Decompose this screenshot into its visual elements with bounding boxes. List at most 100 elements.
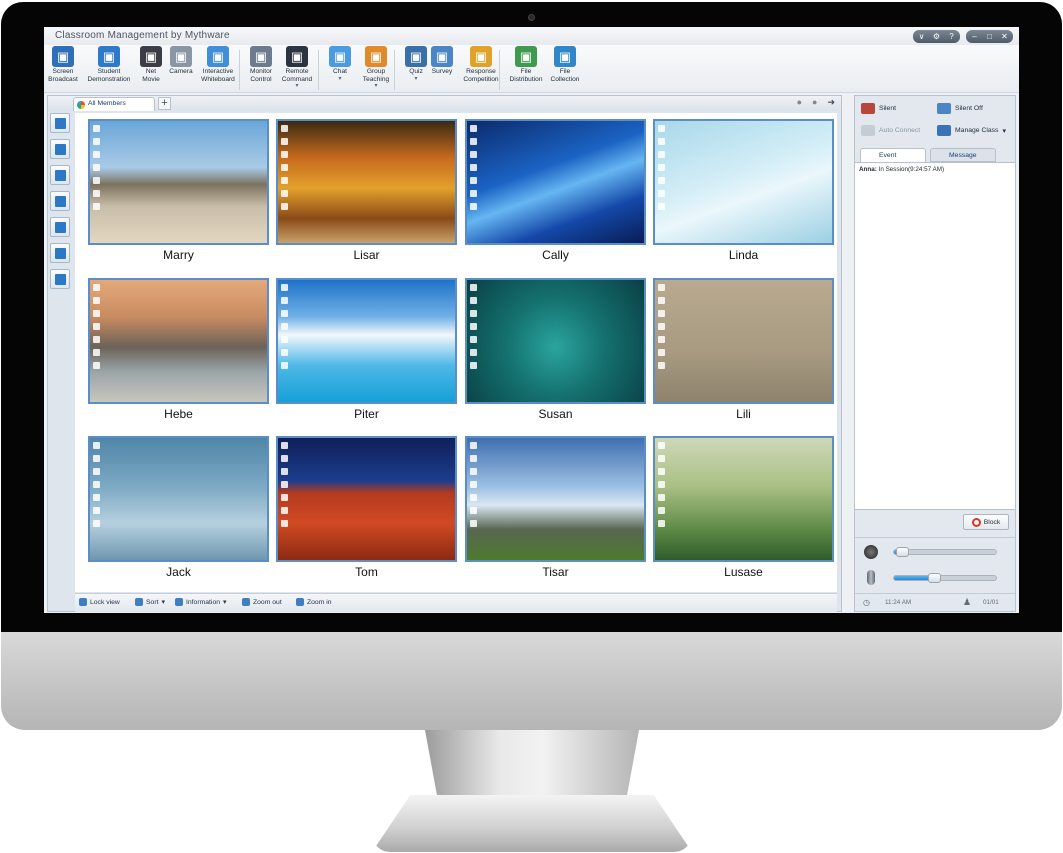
dropdown-arrow-icon: ▾ xyxy=(414,75,418,82)
student-name[interactable]: Lisar xyxy=(276,248,457,262)
student-name[interactable]: Cally xyxy=(465,248,646,262)
thumbnail-view-button[interactable] xyxy=(50,113,70,133)
zoom-out-button[interactable]: Zoom out xyxy=(242,598,282,606)
toolbar-button-remote-command[interactable]: ▣ Remote Command ▾ xyxy=(282,46,312,89)
lock-view-button[interactable]: Lock view xyxy=(79,598,120,606)
student-name[interactable]: Tom xyxy=(276,565,457,579)
toolbar-button-survey-bars[interactable]: ▣ Survey xyxy=(427,46,457,76)
microphone-volume-knob[interactable] xyxy=(927,573,941,583)
desktop-shortcut-icon xyxy=(470,442,477,449)
desktop-shortcut-icon xyxy=(93,507,100,514)
toolbar-separator xyxy=(239,50,240,90)
desktop-shortcut-icon xyxy=(281,468,288,475)
right-status-bar: ◷ 11:24 AM ♟ 01/01 xyxy=(855,593,1015,612)
student-thumbnail[interactable] xyxy=(653,119,834,245)
desktop-shortcut-icon xyxy=(658,151,665,158)
document-icon xyxy=(54,195,66,207)
toolbar-button-chat-bubble[interactable]: ▣ Chat ▾ xyxy=(325,46,355,82)
student-thumbnail[interactable] xyxy=(653,278,834,404)
toolbar-button-label: Monitor Control xyxy=(250,68,272,83)
speaker-volume-knob[interactable] xyxy=(896,547,910,557)
toolbar-separator xyxy=(499,50,500,90)
toolbar-button-monitor-control[interactable]: ▣ Monitor Control xyxy=(246,46,276,83)
student-thumbnail[interactable] xyxy=(88,278,269,404)
manage-class-button[interactable]: Manage Class ▾ xyxy=(937,125,1006,136)
imac-monitor: Classroom Management by Mythware ∨ ⚙ ? –… xyxy=(0,0,1063,853)
toolbar-button-film-reel[interactable]: ▣ Net Movie xyxy=(136,46,166,83)
zoom-in-button[interactable]: Zoom in xyxy=(296,598,332,606)
group-view-button[interactable] xyxy=(50,243,70,263)
silent-button[interactable]: Silent xyxy=(861,103,896,114)
desktop-shortcut-icon xyxy=(470,125,477,132)
microphone-volume-slider[interactable] xyxy=(893,573,997,583)
student-name[interactable]: Hebe xyxy=(88,407,269,421)
next-arrow-icon[interactable]: ➜ xyxy=(827,97,835,108)
student-thumbnail[interactable] xyxy=(88,436,269,562)
student-thumbnail[interactable] xyxy=(88,119,269,245)
desktop-shortcut-icon xyxy=(658,164,665,171)
toolbar-button-webcam[interactable]: ▣ Camera xyxy=(166,46,196,76)
tab-message[interactable]: Message xyxy=(930,148,996,162)
whiteboard-icon: ▣ xyxy=(207,46,229,67)
report-view-button[interactable] xyxy=(50,139,70,159)
student-name[interactable]: Marry xyxy=(88,248,269,262)
student-thumbnail-grid: Marry Lisar Cally Linda Hebe Piter Susan Lili Ja… xyxy=(75,113,837,592)
toolbar-button-student-demonstration[interactable]: ▣ Student Demonstration xyxy=(86,46,132,83)
student-thumbnail[interactable] xyxy=(465,278,646,404)
help-icon[interactable]: ? xyxy=(947,30,956,43)
student-thumbnail[interactable] xyxy=(465,119,646,245)
student-thumbnail[interactable] xyxy=(276,119,457,245)
student-view-button[interactable] xyxy=(50,165,70,185)
desktop-shortcut-icon xyxy=(281,520,288,527)
app-title: Classroom Management by Mythware xyxy=(55,30,230,41)
maximize-icon[interactable]: □ xyxy=(985,30,994,43)
add-tab-button[interactable]: + xyxy=(158,97,171,110)
student-thumbnail[interactable] xyxy=(653,436,834,562)
toolbar-button-whiteboard[interactable]: ▣ Interactive Whiteboard xyxy=(198,46,238,83)
silent-off-icon xyxy=(937,103,951,114)
minimize-icon[interactable]: – xyxy=(970,30,979,43)
desktop-shortcut-icon xyxy=(658,138,665,145)
student-name[interactable]: Jack xyxy=(88,565,269,579)
settings-icon[interactable]: ⚙ xyxy=(932,30,941,43)
student-thumbnail[interactable] xyxy=(465,436,646,562)
sort-button[interactable]: Sort ▾ xyxy=(135,598,165,606)
toolbar-button-group-teaching[interactable]: ▣ Group Teaching ▾ xyxy=(361,46,391,89)
silent-off-button[interactable]: Silent Off xyxy=(937,103,983,114)
desktop-shortcut-icon xyxy=(281,297,288,304)
toolbar-button-file-distribution[interactable]: ▣ File Distribution xyxy=(506,46,546,83)
collapse-icon[interactable]: ∨ xyxy=(917,30,926,43)
close-icon[interactable]: ✕ xyxy=(1000,30,1009,43)
tab-all-members[interactable]: All Members xyxy=(73,97,155,111)
student-thumbnail[interactable] xyxy=(276,278,457,404)
desktop-shortcut-icon xyxy=(658,455,665,462)
history-view-button[interactable] xyxy=(50,217,70,237)
tab-event[interactable]: Event xyxy=(860,148,926,162)
desktop-shortcut-icon xyxy=(658,284,665,291)
toolbar-button-response-competition[interactable]: ▣ Response Competition xyxy=(458,46,504,83)
edit-view-button[interactable] xyxy=(50,269,70,289)
student-thumbnail[interactable] xyxy=(276,436,457,562)
toolbar-button-file-collection[interactable]: ▣ File Collection xyxy=(550,46,580,83)
student-name[interactable]: Linda xyxy=(653,248,834,262)
speaker-volume-slider[interactable] xyxy=(893,547,997,557)
student-name[interactable]: Lusase xyxy=(653,565,834,579)
monitor-stand-neck xyxy=(425,730,639,800)
desktop-shortcut-icon xyxy=(93,284,100,291)
student-name[interactable]: Lili xyxy=(653,407,834,421)
student-name[interactable]: Susan xyxy=(465,407,646,421)
student-name[interactable]: Tisar xyxy=(465,565,646,579)
information-button[interactable]: Information ▾ xyxy=(175,598,226,606)
dropdown-arrow-icon: ▾ xyxy=(295,83,299,89)
document-view-button[interactable] xyxy=(50,191,70,211)
desktop-icons xyxy=(281,284,289,369)
auto-connect-button[interactable]: Auto Connect xyxy=(861,125,920,136)
member-view-icon[interactable]: ● xyxy=(812,97,817,108)
group-view-icon[interactable]: ● xyxy=(797,97,802,108)
desktop-shortcut-icon xyxy=(658,125,665,132)
block-button[interactable]: Block xyxy=(963,514,1009,530)
toolbar-button-screen-broadcast[interactable]: ▣ Screen Broadcast xyxy=(48,46,78,83)
group-teaching-icon: ▣ xyxy=(365,46,387,67)
toolbar-separator xyxy=(394,50,395,90)
student-name[interactable]: Piter xyxy=(276,407,457,421)
